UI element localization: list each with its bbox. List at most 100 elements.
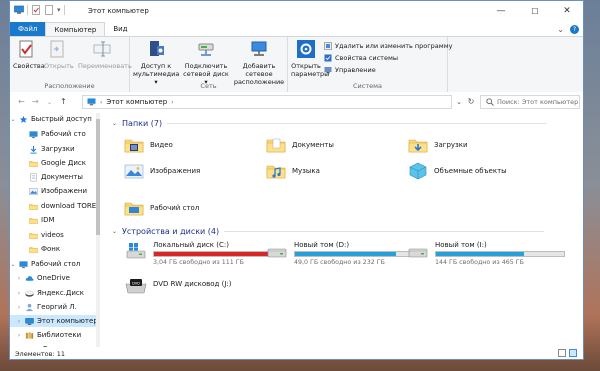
qat-dropdown-icon[interactable]: ▾ [57,6,61,14]
star-icon [19,115,28,123]
expand-chevron-icon[interactable]: ⌄ [10,261,16,268]
expand-chevron-icon[interactable]: ⌄ [10,116,16,123]
sidebar-item[interactable]: ⌄ Рабочий стол [10,258,98,270]
qat-separator [63,5,65,15]
tab-computer[interactable]: Компьютер [45,22,106,36]
collapse-chevron-icon[interactable]: ⌄ [112,228,117,235]
expand-chevron-icon[interactable]: › [16,290,22,297]
music-folder-icon [266,161,286,181]
map-network-drive-label-1: Подключить [184,62,228,70]
sidebar-item[interactable]: › Георгий Л. [10,301,100,313]
open-settings-button[interactable]: Открыть параметры [291,40,330,78]
large-icons-view-icon[interactable] [569,349,577,357]
open-settings-label-2: параметры [291,70,330,78]
properties-icon[interactable] [31,5,41,15]
close-button[interactable]: ✕ [553,1,581,21]
sidebar-item[interactable]: Фонк [10,243,100,255]
tab-view[interactable]: Вид [105,22,135,36]
window-title: Этот компьютер [88,7,149,15]
sidebar-item-label: Фонк [41,245,61,253]
sidebar-item-label: Рабочий стол [31,260,81,268]
maximize-button[interactable]: ☐ [521,1,549,21]
manage-link[interactable]: Управление [324,66,376,74]
computer-icon [87,98,96,106]
search-box[interactable]: Поиск: Этот компьютер [480,95,580,109]
sidebar-item[interactable]: › Этот компьютер [10,315,100,327]
sidebar-item[interactable]: download TOREN [10,200,100,212]
folders-section-header[interactable]: ⌄ Папки (7) [112,119,548,128]
breadcrumb-this-pc[interactable]: Этот компьютер [106,98,167,106]
address-dropdown-icon[interactable]: ⌄ [453,95,465,109]
rename-icon [93,41,111,57]
folder-item[interactable]: Документы [266,135,334,155]
drive-usage-bar [435,251,565,257]
sidebar-item[interactable]: videos [10,229,100,241]
nav-scrollbar-thumb[interactable] [96,119,100,235]
details-view-icon[interactable] [558,349,566,357]
dvd-drive-item[interactable]: DVD DVD RW дисковод (J:) [124,276,232,296]
sidebar-item[interactable]: IDM [10,214,100,226]
dvd-drive-icon: DVD [125,279,147,294]
search-icon [486,98,494,106]
open-button[interactable]: Открыть [44,40,74,70]
sidebar-item[interactable]: › Яндекс.Диск [10,287,100,299]
sidebar-item[interactable]: Изображени📌 [10,185,100,197]
pictures-icon [29,187,38,195]
refresh-icon[interactable]: ↻ [465,95,477,109]
folder-item[interactable]: Объемные объекты [408,161,507,181]
properties-button[interactable]: Свойства [13,40,45,70]
sidebar-item[interactable]: ⌄ Быстрый доступ [10,113,98,125]
map-network-drive-button[interactable]: Подключить сетевой диск ▾ [182,40,230,86]
title-bar: ▾ Этот компьютер — ☐ ✕ [10,1,583,21]
sidebar-item[interactable]: Загрузки📌 [10,143,100,155]
recent-locations-icon[interactable]: ⌄ [47,99,52,106]
uninstall-program-link[interactable]: Удалить или изменить программу [324,42,452,50]
forward-icon[interactable]: → [32,97,39,106]
devices-section-header[interactable]: ⌄ Устройства и диски (4) [112,227,545,236]
qat-separator [27,5,28,15]
folder-item[interactable]: Изображения [124,161,200,181]
sidebar-item-label: Библиотеки [37,331,82,339]
expand-chevron-icon[interactable]: › [16,332,22,339]
expand-chevron-icon[interactable]: › [16,275,22,282]
back-icon[interactable]: ← [18,97,25,106]
expand-chevron-icon[interactable]: › [16,318,22,325]
new-folder-icon[interactable] [44,5,54,15]
sidebar-item[interactable]: Документы📌 [10,171,100,183]
drive-usage-bar [294,251,424,257]
sidebar-item[interactable]: › OneDrive [10,272,100,284]
collapse-chevron-icon[interactable]: ⌄ [112,120,117,127]
drive-usage-fill [436,252,525,256]
sidebar-item[interactable]: › Библиотеки [10,329,100,341]
folder-item[interactable]: Загрузки [408,135,468,155]
drive-item[interactable]: Новый том (I:) 144 ГБ свободно из 465 ГБ [406,241,565,266]
folder-item[interactable]: Музыка [266,161,320,181]
drive-item[interactable]: Локальный диск (C:) 3,04 ГБ свободно из 1… [124,241,283,266]
expand-chevron-icon[interactable]: › [16,304,22,311]
up-icon[interactable]: ↑ [60,97,67,106]
drive-info: Новый том (D:) 49,0 ГБ свободно из 232 ГБ [294,241,424,266]
add-network-location-button[interactable]: Добавить сетевое расположение [232,40,286,86]
address-bar[interactable]: › Этот компьютер › [82,95,452,109]
help-icon[interactable]: ? [570,25,579,34]
sidebar-item[interactable]: Рабочий сто📌 [10,128,100,140]
user-icon [25,303,34,312]
sidebar-item[interactable]: Google Диск📌 [10,157,100,169]
rename-button[interactable]: Переименовать [78,40,132,70]
status-bar: Элементов: 11 [10,347,583,359]
folder-item[interactable]: Видео [124,135,173,155]
sidebar-item-label: Этот компьютер [37,317,98,325]
system-properties-link[interactable]: Свойства системы [324,54,398,62]
nav-scrollbar[interactable] [96,113,100,347]
tab-file[interactable]: Файл [10,22,46,36]
folder-item[interactable]: Рабочий стол [124,198,199,218]
media-access-button[interactable]: Доступ к мультимедиа ▾ [133,40,179,86]
desktop-folder-icon [124,198,144,218]
breadcrumb-chevron-icon[interactable]: › [171,99,173,106]
sidebar-item-label: Google Диск [41,159,87,167]
manage-icon [324,67,332,74]
drive-item[interactable]: Новый том (D:) 49,0 ГБ свободно из 232 ГБ [265,241,424,266]
folder-label: Документы [292,141,334,149]
minimize-button[interactable]: — [487,1,515,21]
collapse-ribbon-icon[interactable]: ⌄ [557,25,564,34]
